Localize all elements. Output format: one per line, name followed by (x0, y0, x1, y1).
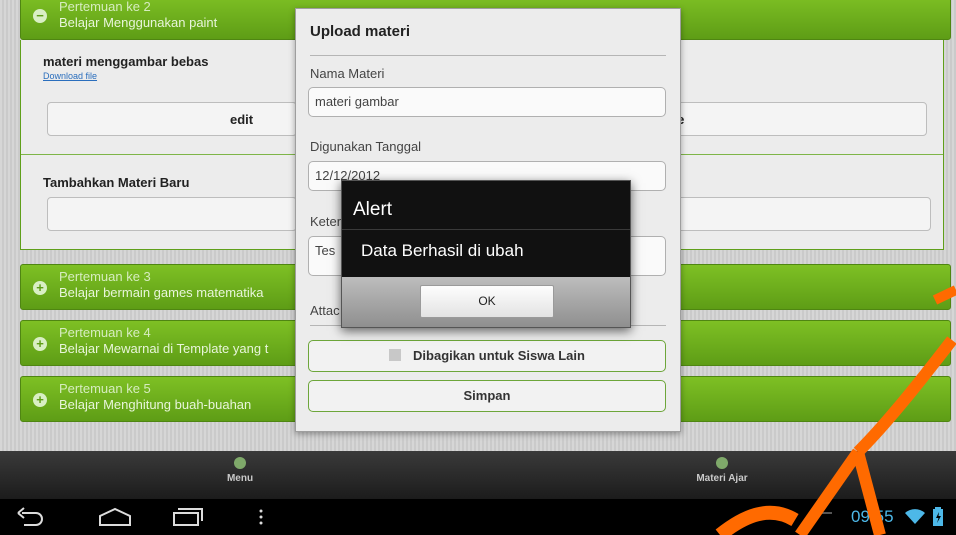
battery-icon (933, 507, 943, 526)
material-name: materi menggambar bebas (43, 54, 209, 69)
name-label: Nama Materi (310, 66, 385, 81)
edit-label: edit (230, 112, 254, 127)
date-label: Digunakan Tanggal (310, 139, 422, 154)
meeting-number: Pertemuan ke 5 (59, 381, 151, 396)
checkbox-icon (389, 349, 402, 361)
wifi-icon (905, 509, 925, 524)
expand-icon: + (33, 393, 47, 407)
expand-icon: + (33, 281, 47, 295)
save-button[interactable]: Simpan (308, 380, 666, 412)
meeting-number: Pertemuan ke 2 (59, 0, 151, 14)
meeting-number: Pertemuan ke 3 (59, 269, 151, 284)
add-material-input-right[interactable] (661, 197, 931, 231)
overflow-menu-icon[interactable] (258, 509, 264, 525)
description-label: Keter (310, 214, 342, 229)
ok-button[interactable]: OK (420, 285, 554, 318)
share-label: Dibagikan untuk Siswa Lain (413, 348, 585, 363)
clock: 09:55 (851, 507, 894, 526)
share-checkbox[interactable]: Dibagikan untuk Siswa Lain (308, 340, 666, 372)
meeting-topic: Belajar Menggunakan paint (59, 15, 218, 30)
alert-message: Data Berhasil di ubah (361, 241, 524, 260)
alert-title: Alert (353, 199, 393, 220)
add-material-input-left[interactable] (47, 197, 297, 231)
meeting-topic: Belajar bermain games matematika (59, 285, 264, 300)
meeting-topic: Belajar Mewarnai di Template yang t (59, 341, 269, 356)
materi-ajar-button[interactable]: Materi Ajar (662, 451, 782, 499)
bottom-menu-bar: Menu Materi Ajar (0, 451, 956, 499)
edit-button[interactable]: edit (47, 102, 297, 136)
menu-button[interactable]: Menu (180, 451, 300, 499)
expand-icon: + (33, 337, 47, 351)
system-nav-bar: 09:55 (0, 499, 956, 535)
attachment-label: Attac (310, 303, 340, 318)
alert-footer: OK (342, 277, 630, 327)
home-icon[interactable] (98, 507, 132, 527)
menu-icon (234, 457, 246, 469)
add-material-title: Tambahkan Materi Baru (43, 175, 190, 190)
name-input[interactable]: materi gambar (308, 87, 666, 117)
delete-button[interactable]: lete (661, 102, 927, 136)
alert-dialog: Alert Data Berhasil di ubah OK (341, 180, 631, 328)
meeting-topic: Belajar Menghitung buah-buahan (59, 397, 252, 412)
download-link[interactable]: Download file (43, 71, 97, 81)
divider (310, 55, 666, 56)
dialog-title: Upload materi (310, 23, 411, 40)
add-icon (716, 457, 728, 469)
recent-apps-icon[interactable] (172, 507, 204, 527)
back-icon[interactable] (16, 507, 46, 527)
alert-divider (342, 229, 630, 230)
menu-label: Menu (226, 473, 254, 484)
collapse-icon: − (33, 9, 47, 23)
materi-ajar-label: Materi Ajar (696, 473, 748, 484)
notification-indicator (818, 512, 832, 514)
meeting-number: Pertemuan ke 4 (59, 325, 151, 340)
